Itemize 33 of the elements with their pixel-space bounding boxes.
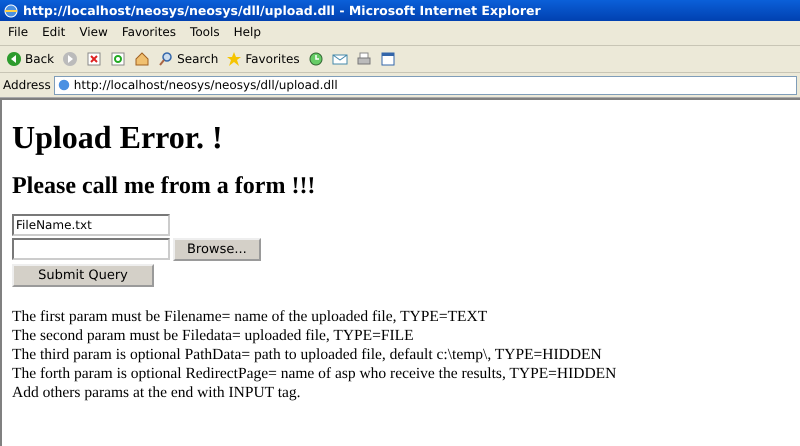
stop-button[interactable] (85, 51, 104, 67)
address-field[interactable]: http://localhost/neosys/neosys/dll/upload.dll (54, 76, 797, 94)
search-button[interactable]: Search (157, 51, 220, 67)
page-heading: Upload Error. ! (12, 119, 224, 156)
instruction-text: The second param must be Filedata= uploaded file, TYPE=FILE (12, 326, 415, 345)
menu-item[interactable]: View (79, 25, 108, 41)
filename-field[interactable]: FileName.txt (12, 214, 170, 236)
instruction-text: The first param must be Filename= name of the uploaded file, TYPE=TEXT (12, 307, 488, 326)
browse-button[interactable]: Browse... (173, 238, 261, 261)
menu-item[interactable]: File (8, 25, 28, 41)
edit-button[interactable] (378, 51, 397, 67)
refresh-button[interactable] (109, 51, 128, 67)
file-field[interactable] (12, 238, 170, 260)
menu-item[interactable]: Help (234, 25, 261, 41)
submit-button[interactable]: Submit Query (12, 264, 154, 287)
favorites-button[interactable]: Favorites (225, 51, 301, 67)
window-title: http://localhost/neosys/neosys/dll/upload.dll - Microsoft Internet Explorer (23, 3, 541, 18)
page-subheading: Please call me from a form !!! (12, 173, 316, 200)
menu-item[interactable]: Tools (190, 25, 220, 41)
page-icon (56, 78, 71, 92)
print-button[interactable] (354, 51, 373, 67)
search-icon (158, 51, 174, 67)
instruction-text: The forth param is optional RedirectPage= name of asp who receive the results, TYPE=HIDDEN (12, 364, 618, 383)
history-button[interactable] (306, 51, 325, 67)
instruction-text: Add others params at the end with INPUT tag. (12, 383, 302, 402)
star-icon (226, 51, 242, 67)
address-label: Address (3, 78, 51, 92)
home-button[interactable] (133, 51, 152, 67)
browser-icon (3, 2, 19, 18)
back-button[interactable]: Back (5, 51, 56, 67)
instruction-text: The third param is optional PathData= path to uploaded file, default c:\temp\, TYPE=HIDDEN (12, 345, 603, 364)
menu-item[interactable]: Edit (42, 25, 66, 41)
menu-item[interactable]: Favorites (122, 25, 176, 41)
